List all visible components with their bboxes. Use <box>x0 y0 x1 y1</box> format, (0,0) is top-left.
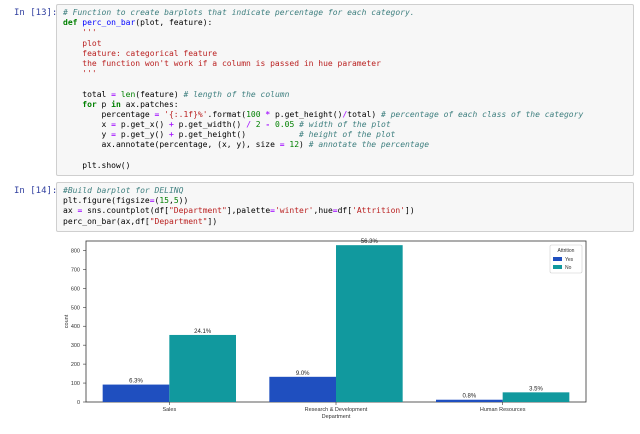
bar-percentage-label: 24.1% <box>194 329 212 335</box>
bar-yes <box>436 399 503 402</box>
output-bar-chart: 0 100 200 300 400 500 600 700 800 count Sales 6.3% 2… <box>64 239 587 420</box>
x-tick-label: Research & Development <box>305 407 368 413</box>
x-tick-label: Sales <box>162 407 176 413</box>
bar-percentage-label: 56.3% <box>361 239 379 245</box>
plot-area: 0 100 200 300 400 500 600 700 800 count Sales 6.3% 2… <box>64 239 587 420</box>
bar-no <box>336 245 403 402</box>
bar-yes <box>269 376 336 402</box>
bar-percentage-label: 9.0% <box>296 371 310 377</box>
bar-percentage-label: 3.5% <box>529 386 543 392</box>
bar-no <box>169 334 236 402</box>
bar-percentage-label: 6.3% <box>129 379 143 385</box>
legend-title: Attrition <box>558 248 575 254</box>
y-tick-label: 800 <box>71 248 80 254</box>
y-tick-label: 200 <box>71 362 80 368</box>
legend-entry: Yes <box>565 257 574 263</box>
x-tick-label: Human Resources <box>480 407 526 413</box>
y-tick-label: 400 <box>71 324 80 330</box>
y-tick-label: 0 <box>77 400 80 406</box>
legend-swatch <box>553 257 562 261</box>
y-tick-label: 100 <box>71 381 80 387</box>
bar-no <box>502 392 570 402</box>
y-tick-label: 300 <box>71 343 80 349</box>
legend-swatch <box>553 265 562 269</box>
y-axis-label: count <box>64 314 70 328</box>
bar-percentage-label: 0.8% <box>462 394 476 400</box>
legend-entry: No <box>565 265 572 271</box>
y-tick-label: 600 <box>71 286 80 292</box>
y-tick-label: 500 <box>71 305 80 311</box>
x-axis-label: Department <box>322 414 351 420</box>
bar-yes <box>102 384 170 402</box>
y-tick-label: 700 <box>71 267 80 273</box>
